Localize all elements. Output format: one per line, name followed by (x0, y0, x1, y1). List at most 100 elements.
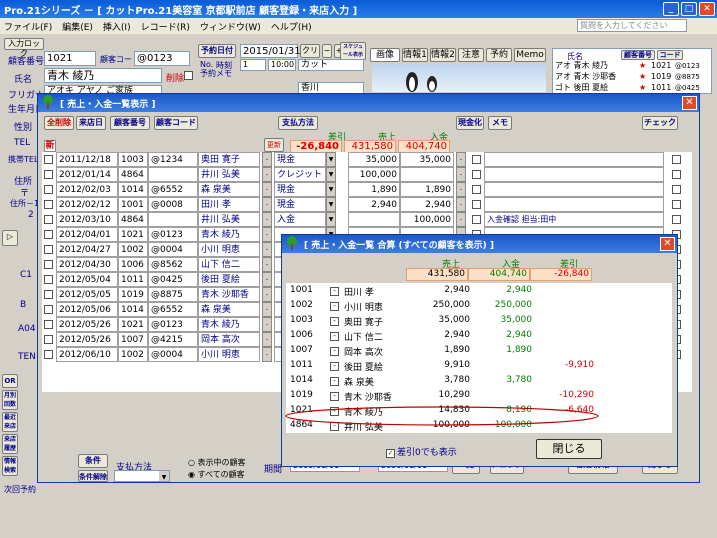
customer-no-field[interactable]: 1021 (44, 51, 96, 66)
name-cell[interactable]: 井川 弘美 (198, 212, 260, 227)
code-cell[interactable] (148, 212, 198, 227)
cash-checkbox[interactable] (472, 155, 481, 164)
no-cell[interactable]: 1019 (118, 287, 148, 302)
code-cell[interactable]: @0004 (148, 242, 198, 257)
minus-icon[interactable]: - (262, 332, 272, 347)
code-cell[interactable]: @1234 (148, 152, 198, 167)
minus-icon[interactable]: - (456, 212, 466, 227)
minus-icon[interactable]: - (262, 152, 272, 167)
cash-checkbox[interactable] (472, 185, 481, 194)
cash-button[interactable]: 現金化 (456, 116, 484, 130)
code-cell[interactable]: @0425 (148, 272, 198, 287)
minus-icon[interactable]: - (262, 197, 272, 212)
code-cell[interactable]: @4215 (148, 332, 198, 347)
sales-cell[interactable]: 2,940 (348, 197, 400, 212)
tab-caution[interactable]: 注意 (458, 48, 484, 62)
code-cell[interactable]: @0123 (148, 227, 198, 242)
no-cell[interactable]: 1014 (118, 182, 148, 197)
radio-all[interactable]: ◉ すべての顧客 (188, 469, 245, 480)
table-row[interactable]: 2012/02/03 1014 @6552 森 泉美 - 現金 ▼ 1,890 1,890- (42, 182, 692, 197)
help-search-input[interactable]: 質問を入力してください (577, 19, 687, 32)
payment-cell[interactable]: 1,890 (400, 182, 454, 197)
sales-cell[interactable]: 1,890 (348, 182, 400, 197)
no-cell[interactable]: 1003 (118, 152, 148, 167)
filter-clear-button[interactable]: 条件解除 (78, 470, 108, 482)
name-cell[interactable]: 青木 綾乃 (198, 317, 260, 332)
visit-history-button[interactable]: 来店 履歴 (2, 434, 18, 454)
name-cell[interactable]: 森 泉美 (198, 302, 260, 317)
no-cell[interactable]: 4864 (118, 212, 148, 227)
date-cell[interactable]: 2012/06/10 (56, 347, 118, 362)
row-checkbox[interactable] (44, 200, 53, 209)
new-label[interactable]: 新 (44, 140, 56, 152)
schedule-button[interactable]: スケジュール表示 (340, 42, 366, 60)
table-row[interactable]: 2012/01/14 4864 井川 弘美 - クレジット ▼ 100,000- (42, 167, 692, 182)
minus-icon[interactable]: - (262, 317, 272, 332)
date-cell[interactable]: 2012/05/26 (56, 332, 118, 347)
tab-info2[interactable]: 情報2 (430, 48, 456, 62)
close-icon[interactable]: ✕ (660, 237, 675, 251)
sort-date-button[interactable]: 来店日 (76, 116, 106, 130)
row-checkbox[interactable] (44, 260, 53, 269)
minus-icon[interactable]: - (456, 167, 466, 182)
payment-cell[interactable]: 2,940 (400, 197, 454, 212)
code-cell[interactable]: @0008 (148, 197, 198, 212)
memo-cell[interactable] (484, 167, 664, 182)
summary-close-button[interactable]: 閉じる (536, 439, 602, 459)
code-cell[interactable]: @0123 (148, 317, 198, 332)
close-app-button[interactable]: ✕ (699, 2, 715, 16)
row-checkbox[interactable] (44, 230, 53, 239)
reserve-menu-field[interactable]: カット (298, 59, 364, 71)
reserve-date-button[interactable]: 予約日付 (198, 44, 236, 58)
no-cell[interactable]: 1011 (118, 272, 148, 287)
memo-cell[interactable] (484, 182, 664, 197)
menu-insert[interactable]: 挿入(I) (103, 20, 131, 33)
method-cell[interactable]: クレジット (274, 167, 326, 182)
delete-checkbox[interactable] (184, 71, 193, 80)
tab-info1[interactable]: 情報1 (402, 48, 428, 62)
sort-customer-no-button[interactable]: 顧客番号 (110, 116, 150, 130)
no-cell[interactable]: 1002 (118, 347, 148, 362)
payment-method-select[interactable]: ▼ (114, 470, 170, 482)
payment-cell[interactable] (400, 167, 454, 182)
code-cell[interactable] (148, 167, 198, 182)
clear-button[interactable]: クリア (300, 44, 320, 67)
menu-help[interactable]: ヘルプ(H) (271, 20, 312, 33)
date-cell[interactable]: 2012/02/12 (56, 197, 118, 212)
name-field[interactable]: 青木 綾乃 (44, 68, 162, 83)
no-cell[interactable]: 1006 (118, 257, 148, 272)
date-cell[interactable]: 2012/03/10 (56, 212, 118, 227)
update-button[interactable]: 更新 (264, 138, 284, 152)
no-cell[interactable]: 1007 (118, 332, 148, 347)
no-cell[interactable]: 1014 (118, 302, 148, 317)
cash-checkbox[interactable] (472, 170, 481, 179)
minus-icon[interactable]: - (456, 152, 466, 167)
date-cell[interactable]: 2012/04/27 (56, 242, 118, 257)
name-cell[interactable]: 小川 明恵 (198, 242, 260, 257)
input-lock-checkbox[interactable]: 入力ロック (4, 38, 44, 58)
row-checkbox[interactable] (44, 215, 53, 224)
name-cell[interactable]: 田川 孝 (198, 197, 260, 212)
sales-cell[interactable]: 100,000 (348, 167, 400, 182)
chevron-down-icon[interactable]: ▼ (326, 212, 336, 227)
minus-icon[interactable]: - (262, 167, 272, 182)
or-button[interactable]: OR (2, 374, 18, 388)
cash-checkbox[interactable] (472, 215, 481, 224)
date-cell[interactable]: 2012/05/06 (56, 302, 118, 317)
filter-button[interactable]: 条件 (78, 454, 108, 468)
code-cell[interactable]: @6552 (148, 182, 198, 197)
check-checkbox[interactable] (672, 215, 681, 224)
method-cell[interactable]: 現金 (274, 182, 326, 197)
table-row[interactable]: 2011/12/18 1003 @1234 奥田 寛子 - 現金 ▼ 35,000 35,000… (42, 152, 692, 167)
check-checkbox[interactable] (672, 155, 681, 164)
minus-icon[interactable]: - (262, 272, 272, 287)
check-checkbox[interactable] (672, 200, 681, 209)
date-cell[interactable]: 2012/02/03 (56, 182, 118, 197)
play-icon[interactable]: ▷ (2, 230, 18, 246)
name-cell[interactable]: 小川 明恵 (198, 347, 260, 362)
menu-file[interactable]: ファイル(F) (4, 20, 52, 33)
no-cell[interactable]: 1021 (118, 227, 148, 242)
sort-customer-code-button[interactable]: 顧客コード (154, 116, 198, 130)
chevron-down-icon[interactable]: ▼ (326, 167, 336, 182)
memo-cell[interactable]: 入金確認 担当:田中 (484, 212, 664, 227)
